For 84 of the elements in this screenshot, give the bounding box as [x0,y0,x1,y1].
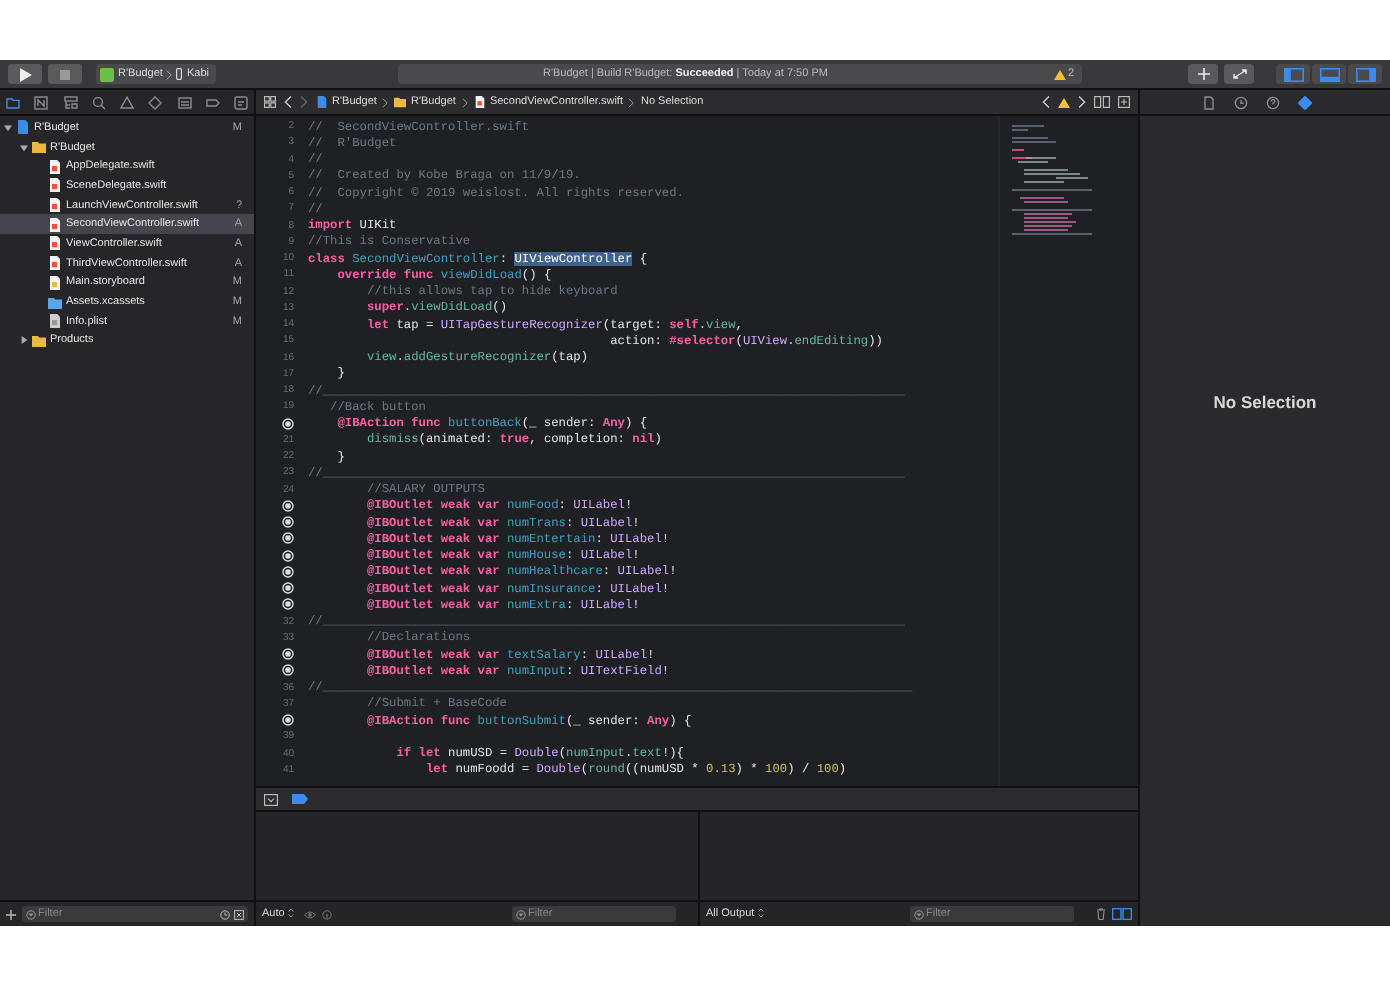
attributes-inspector-tab-icon[interactable] [1298,95,1312,109]
chevron-icon [461,97,468,107]
file-icon [48,236,62,251]
file-icon [48,159,62,174]
disclosure-triangle-icon[interactable] [20,336,28,345]
disclosure-triangle-icon[interactable] [20,143,28,152]
file-inspector-tab-icon[interactable] [1202,95,1216,109]
source-tab-icon[interactable] [34,95,49,109]
bottom-panel-icon [1319,67,1339,81]
stop-icon [60,69,70,79]
outlet-connection-icon[interactable] [282,714,294,727]
test-tab-icon[interactable] [148,95,163,109]
plus-icon[interactable] [6,909,16,919]
stop-button[interactable] [48,64,82,84]
hierarchy-tab-icon[interactable] [63,95,77,109]
plus-icon [1197,68,1209,80]
eye-icon[interactable] [303,909,316,919]
no-selection-message: No Selection [1213,391,1317,411]
file-icon [48,256,62,271]
adjust-editor-icon[interactable] [1094,96,1110,108]
folder-icon [32,140,46,155]
file-icon [16,120,30,135]
play-icon [19,67,31,81]
info-icon[interactable] [321,909,332,919]
trash-icon[interactable] [1096,908,1106,920]
outlet-connection-icon[interactable] [282,549,294,562]
right-panel-icon [1355,67,1375,81]
file-icon [48,178,62,193]
outlet-connection-icon[interactable] [282,598,294,611]
chevron-icon [166,69,173,79]
back-icon[interactable] [284,96,292,108]
outlet-connection-icon[interactable] [282,648,294,661]
clock-icon[interactable] [220,909,230,919]
breakpoint-tab-icon[interactable] [205,95,220,109]
add-button[interactable] [1188,64,1218,84]
folder-icon [48,295,62,310]
app-icon [100,67,114,81]
next-issue-icon[interactable] [1078,96,1086,108]
left-panel-icon [1283,67,1303,81]
file-icon [48,217,62,232]
folder-tab-icon[interactable] [6,95,20,109]
arrows-icon [1231,68,1247,80]
history-inspector-tab-icon[interactable] [1234,95,1248,109]
outlet-connection-icon[interactable] [282,516,294,529]
outlet-connection-icon[interactable] [282,565,294,578]
file-icon [473,96,486,108]
filter-icon [914,909,924,919]
search-tab-icon[interactable] [91,95,106,109]
filter-icon [26,909,36,919]
split-view-icon[interactable] [1112,908,1132,920]
disclosure-triangle-icon[interactable] [4,123,12,132]
outlet-connection-icon[interactable] [282,417,294,430]
run-button[interactable] [8,64,42,84]
file-icon [48,314,62,329]
report-tab-icon[interactable] [234,95,248,109]
debug-tab-icon[interactable] [177,95,191,109]
up-down-chevron-icon [757,908,764,919]
grid-icon[interactable] [264,96,276,108]
source-control-filter-icon[interactable] [234,909,244,919]
outlet-connection-icon[interactable] [282,664,294,677]
breakpoints-toggle-icon[interactable] [292,794,308,804]
file-icon [48,198,62,213]
filter-icon [516,909,526,919]
up-down-chevron-icon [287,908,294,919]
warning-icon[interactable] [1058,97,1070,107]
folder-icon [32,333,46,348]
right-panel-toggle[interactable] [1348,64,1382,84]
split-editor-icon[interactable] [1118,96,1130,108]
outlet-connection-icon[interactable] [282,499,294,512]
outlet-connection-icon[interactable] [282,582,294,595]
previous-issue-icon[interactable] [1042,96,1050,108]
file-icon [316,96,328,108]
hide-debug-area-icon[interactable] [264,793,278,805]
bottom-panel-toggle[interactable] [1312,64,1346,84]
folder-icon [394,96,407,108]
outlet-connection-icon[interactable] [282,532,294,545]
swap-arrows-button[interactable] [1224,64,1254,84]
chevron-icon [628,97,635,107]
phone-icon [176,68,183,80]
warning-tab-icon[interactable] [120,95,134,109]
help-inspector-tab-icon[interactable] [1266,95,1280,109]
file-icon [48,275,62,290]
chevron-icon [382,97,389,107]
left-panel-toggle[interactable] [1276,64,1310,84]
